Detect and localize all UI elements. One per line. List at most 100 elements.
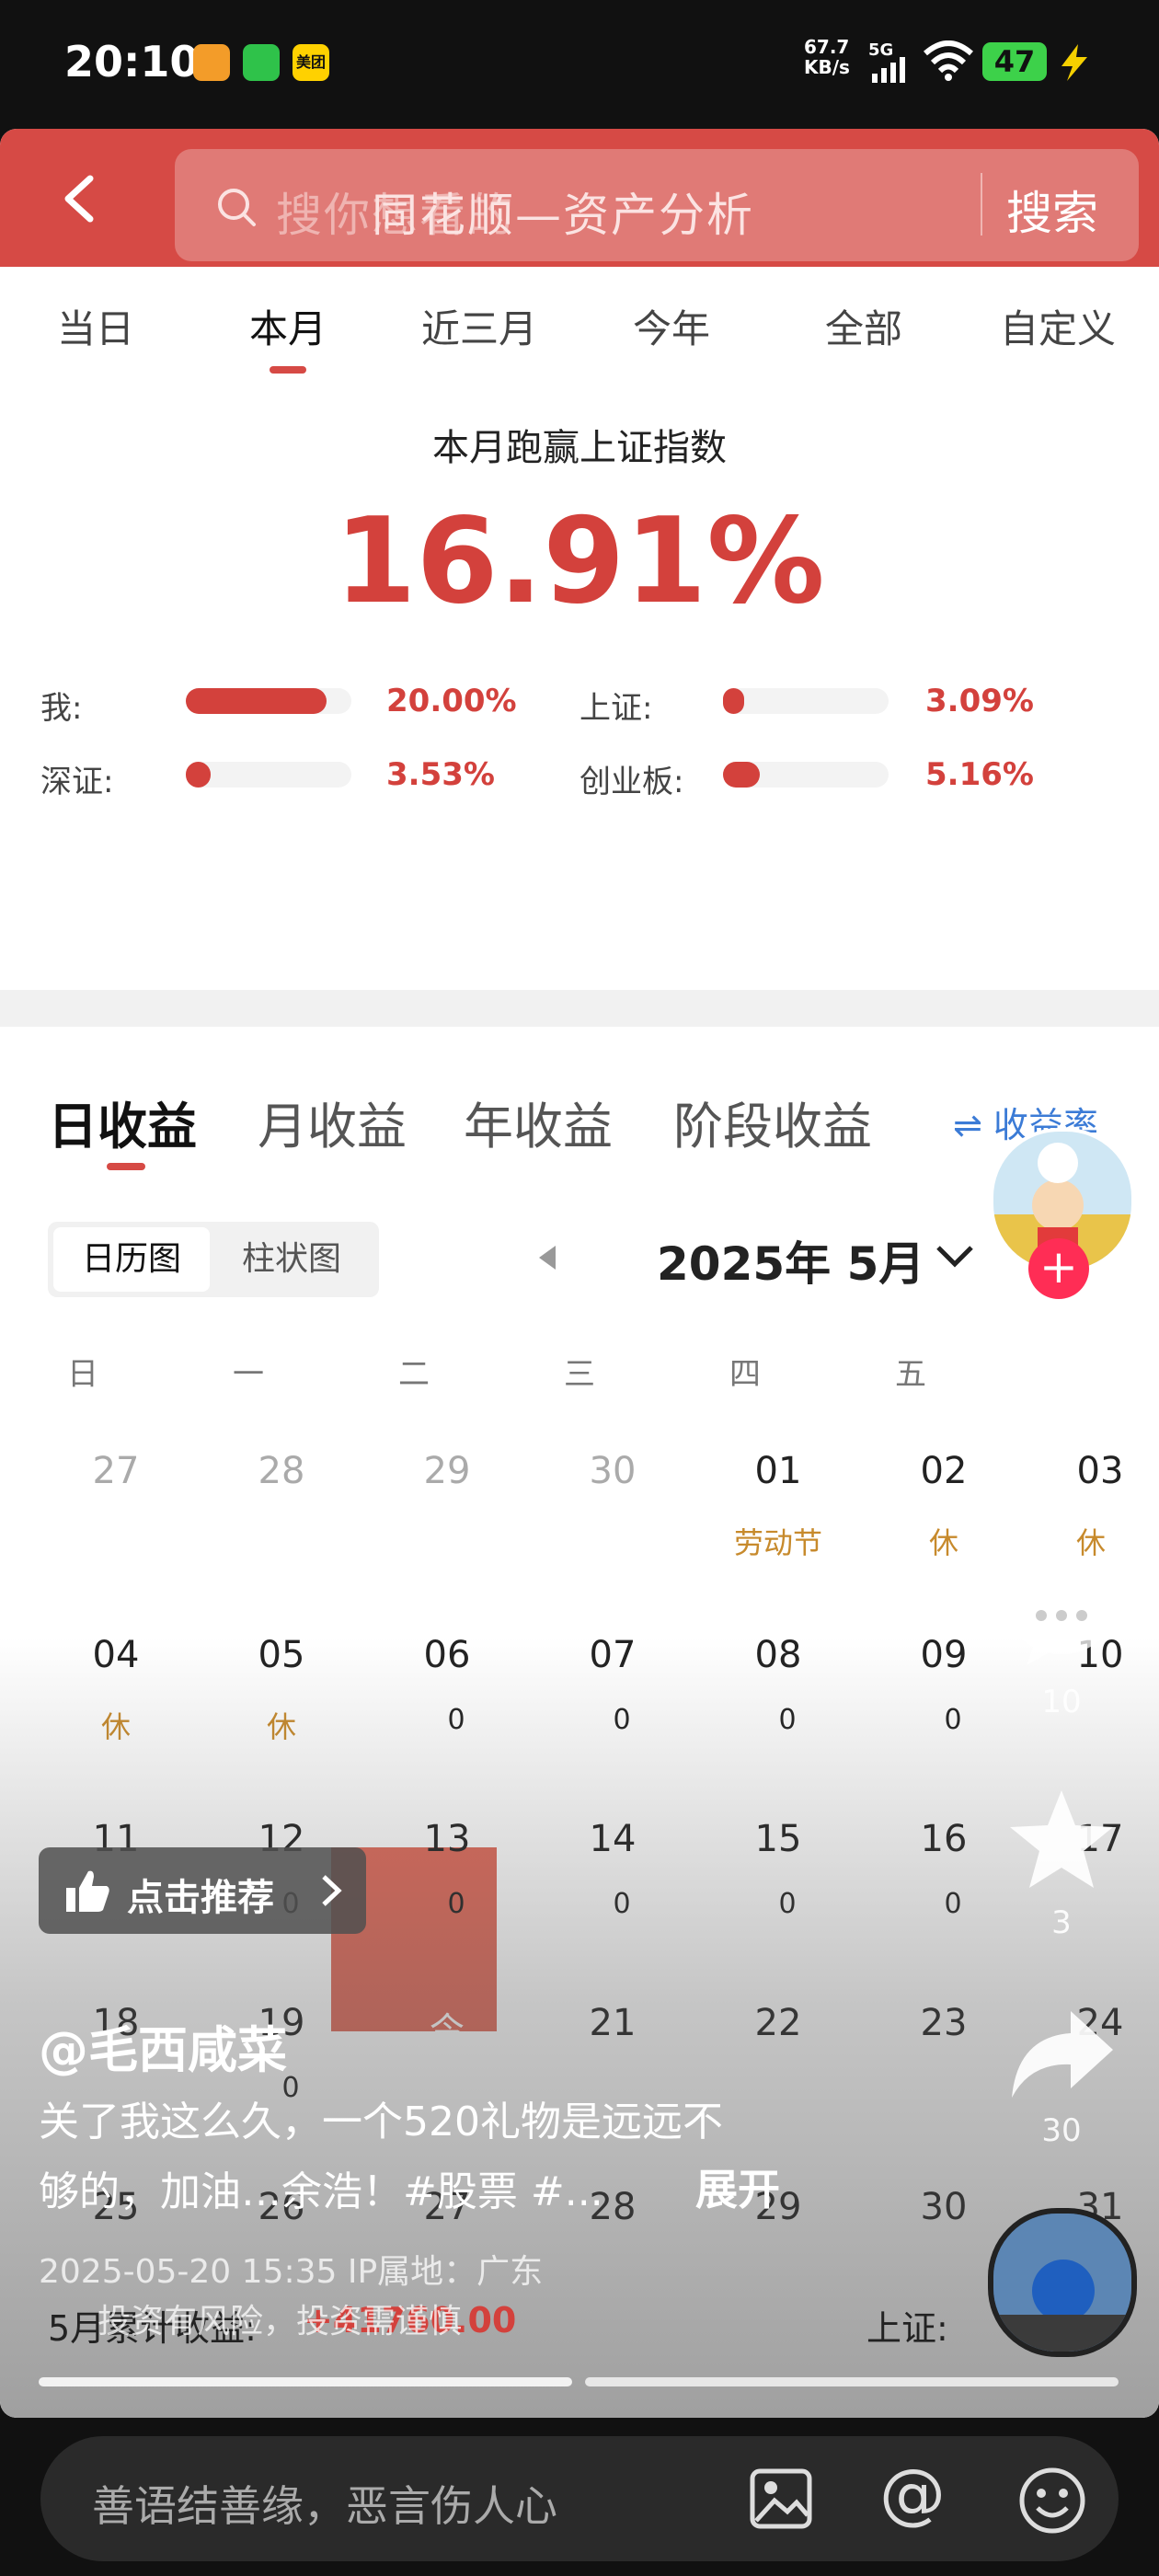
performance-summary: 本月跑赢上证指数 16.91% 我: 20.00% 上证: 3.09% 深证: … — [0, 401, 1159, 990]
tab-yearly-earnings[interactable]: 年收益 — [464, 1086, 613, 1158]
bar-track-sz — [186, 762, 351, 788]
scroll-indicator-left — [39, 2377, 572, 2386]
tab-daily-earnings[interactable]: 日收益 — [48, 1086, 197, 1158]
app-page: 搜你想看的 同花顺—资产分析 搜索 当日 本月 近三月 今年 全部 自定义 本月… — [0, 129, 1159, 2418]
back-arrow-icon[interactable] — [55, 173, 107, 224]
heart-icon[interactable] — [1006, 1349, 1117, 1450]
music-disc[interactable] — [988, 2208, 1137, 2357]
view-toggle: 日历图 柱状图 — [48, 1222, 379, 1297]
calendar-day[interactable]: 28 — [199, 1450, 364, 1492]
thumbs-up-icon — [66, 1870, 109, 1912]
tab-period-earnings[interactable]: 阶段收益 — [673, 1086, 872, 1158]
tab-custom[interactable]: 自定义 — [966, 298, 1150, 354]
calendar-day-note: 休 — [928, 1525, 958, 1560]
tab-this-year[interactable]: 今年 — [580, 298, 763, 354]
comment-placeholder: 善语结善缘，恶言伤人心 — [92, 2481, 557, 2531]
weekday-thu: 四 — [729, 1356, 761, 1393]
bar-fill-cyb — [723, 762, 760, 788]
cell-signal-icon: 5G — [868, 40, 909, 83]
row-label-me: 我: — [40, 690, 83, 727]
tab-all[interactable]: 全部 — [772, 298, 956, 354]
tab-today[interactable]: 当日 — [4, 298, 188, 354]
period-tabs: 当日 本月 近三月 今年 全部 自定义 — [0, 267, 1159, 401]
weekday-fri: 五 — [895, 1356, 926, 1393]
net-speed: 67.7 KB/s — [804, 37, 850, 77]
comment-count: 10 — [1041, 1684, 1082, 1720]
recommend-label: 点击推荐 — [127, 1877, 274, 1919]
follow-plus-icon[interactable]: + — [1028, 1238, 1089, 1299]
calendar-day[interactable]: 27 — [33, 1450, 199, 1492]
charging-icon — [1061, 44, 1087, 81]
weekday-mon: 一 — [233, 1356, 264, 1393]
tab-three-months[interactable]: 近三月 — [387, 298, 571, 354]
net-speed-value: 67.7 — [804, 36, 850, 58]
prev-month-icon[interactable] — [535, 1244, 557, 1271]
search-query: 同花顺—资产分析 — [372, 189, 754, 242]
caption-line-1: 关了我这么久，一个520礼物是远远不 — [39, 2099, 723, 2145]
share-count: 30 — [1041, 2112, 1082, 2149]
swap-icon: ⇌ — [953, 1105, 993, 1145]
music-disc-art — [993, 2214, 1131, 2352]
meituan-icon: 美团 — [293, 44, 329, 81]
earnings-tab-indicator — [107, 1163, 145, 1170]
calendar-day[interactable]: 29 — [364, 1450, 530, 1492]
comment-icon[interactable] — [1006, 1570, 1117, 1671]
row-label-cyb: 创业板: — [580, 764, 684, 800]
status-bar: 20:10 美团 67.7 KB/s 5G 47 — [0, 0, 1159, 129]
comment-input[interactable]: 善语结善缘，恶言伤人心 @ — [40, 2436, 1119, 2561]
search-button[interactable]: 搜索 — [1006, 177, 1098, 243]
bar-fill-sz — [186, 762, 211, 788]
calendar-day[interactable]: 02 — [861, 1450, 1027, 1492]
risk-notice: 投资有风险，投资需谨慎 — [98, 2303, 463, 2340]
net-speed-unit: KB/s — [804, 56, 850, 78]
bar-fill-sh — [723, 688, 745, 714]
summary-title: 本月跑赢上证指数 — [432, 427, 727, 469]
weekday-tue: 二 — [398, 1356, 430, 1393]
row-value-cyb: 5.16% — [925, 756, 1034, 793]
bar-fill-me — [186, 688, 327, 714]
tab-this-month[interactable]: 本月 — [196, 298, 380, 354]
calendar-day[interactable]: 01 — [695, 1450, 861, 1492]
status-time: 20:10 — [64, 37, 200, 86]
expand-link[interactable]: 展开 — [695, 2156, 780, 2217]
battery-indicator: 47 — [982, 42, 1047, 81]
wifi-icon — [924, 40, 973, 81]
search-divider — [981, 173, 982, 236]
weekday-sun: 日 — [67, 1356, 98, 1393]
emoji-icon[interactable] — [1017, 2466, 1087, 2536]
section-divider — [0, 990, 1159, 1027]
calendar-day-note: 休 — [1075, 1525, 1106, 1560]
image-icon[interactable] — [749, 2467, 813, 2530]
share-icon[interactable] — [1006, 2006, 1117, 2107]
like-count: 23 — [1041, 1461, 1082, 1498]
row-label-sz: 深证: — [40, 764, 114, 800]
tab-monthly-earnings[interactable]: 月收益 — [258, 1086, 407, 1158]
mention-icon[interactable]: @ — [879, 2455, 946, 2532]
author-handle[interactable]: @毛西咸菜 — [39, 2009, 287, 2082]
taobao-icon — [193, 44, 230, 81]
caption-line-2: 够的，加油…余浩！#股票 #... — [39, 2168, 603, 2215]
row-value-me: 20.00% — [386, 683, 517, 719]
tab-active-indicator — [270, 366, 306, 374]
calendar-view-button[interactable]: 日历图 — [53, 1227, 210, 1292]
row-value-sh: 3.09% — [925, 683, 1034, 719]
bar-track-me — [186, 688, 351, 714]
recommend-button[interactable]: 点击推荐 — [39, 1847, 366, 1934]
bar-track-cyb — [723, 762, 889, 788]
search-icon — [218, 189, 256, 226]
chevron-down-icon[interactable] — [935, 1242, 975, 1270]
weekday-wed: 三 — [564, 1356, 595, 1393]
row-value-sz: 3.53% — [386, 756, 495, 793]
chevron-right-icon — [322, 1875, 342, 1906]
scroll-indicator-right — [585, 2377, 1119, 2386]
star-icon[interactable] — [1006, 1785, 1117, 1895]
bar-view-button[interactable]: 柱状图 — [213, 1227, 370, 1292]
summary-big-value: 16.91% — [334, 493, 825, 630]
month-label[interactable]: 2025年 5月 — [657, 1227, 924, 1294]
bar-track-sh — [723, 688, 889, 714]
row-label-sh: 上证: — [580, 690, 653, 727]
calendar-day[interactable]: 30 — [530, 1450, 695, 1492]
calendar-day-note: 劳动节 — [733, 1525, 822, 1560]
favorite-count: 3 — [1051, 1904, 1072, 1941]
header-bar: 搜你想看的 同花顺—资产分析 搜索 — [0, 129, 1159, 267]
